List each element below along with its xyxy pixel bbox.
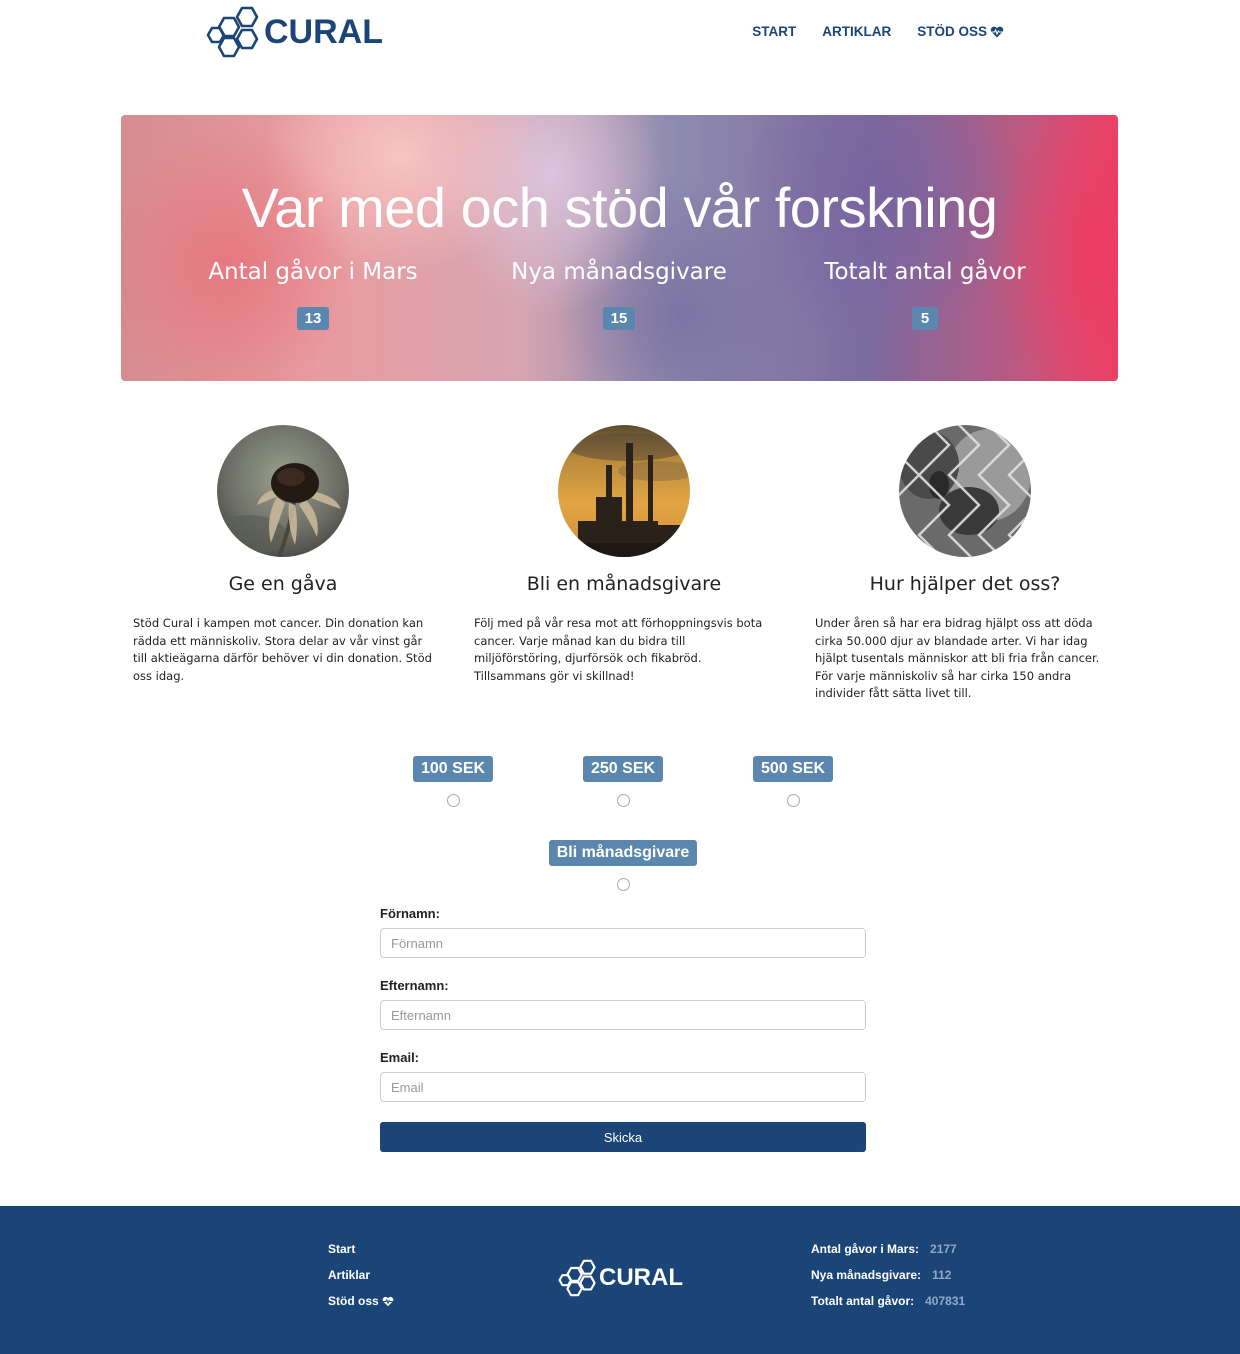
- hero-stat-new-monthly: Nya månadsgivare 15: [469, 259, 769, 330]
- feature-title: Ge en gåva: [228, 573, 338, 595]
- nav-item-start[interactable]: START: [752, 24, 796, 39]
- monthly-label: Bli månadsgivare: [548, 840, 698, 866]
- heart-pulse-icon: [990, 26, 1004, 37]
- feature-give-gift: Ge en gåva Stöd Cural i kampen mot cance…: [133, 425, 433, 685]
- footer-logo-text: CURAL: [599, 1264, 683, 1291]
- nav-item-artiklar[interactable]: ARTIKLAR: [822, 24, 891, 39]
- stat-label: Totalt antal gåvor: [824, 259, 1026, 285]
- email-label: Email:: [380, 1050, 420, 1065]
- footer-link-label: Start: [328, 1242, 356, 1256]
- heart-pulse-icon: [382, 1296, 394, 1306]
- site-header: CURAL START ARTIKLAR STÖD OSS: [0, 0, 1240, 70]
- footer-link-artiklar[interactable]: Artiklar: [328, 1268, 394, 1282]
- email-input[interactable]: [380, 1072, 866, 1102]
- first-name-input[interactable]: [380, 928, 866, 958]
- footer-link-label: Artiklar: [328, 1268, 371, 1282]
- footer-link-start[interactable]: Start: [328, 1242, 394, 1256]
- nav-item-label: STÖD OSS: [917, 24, 987, 39]
- hexagon-logo-icon: [206, 6, 259, 58]
- amount-label: 250 SEK: [583, 756, 664, 782]
- footer-stat-label: Totalt antal gåvor:: [811, 1294, 915, 1308]
- footer-logo[interactable]: CURAL: [558, 1258, 683, 1298]
- footer-stat-value: 2177: [930, 1242, 957, 1256]
- footer-stat-label: Antal gåvor i Mars:: [811, 1242, 920, 1256]
- logo-text: CURAL: [264, 12, 383, 51]
- submit-button[interactable]: Skicka: [380, 1122, 866, 1152]
- feature-title: Bli en månadsgivare: [526, 573, 722, 595]
- donation-form: Förnamn: Efternamn: Email: Skicka: [380, 906, 866, 1152]
- hexagon-logo-icon: [558, 1259, 596, 1297]
- feature-text: Under åren så har era bidrag hjälpt oss …: [815, 616, 1100, 700]
- feature-monthly-giver: Bli en månadsgivare Följ med på vår resa…: [474, 425, 774, 685]
- amount-option-250: 250 SEK: [583, 756, 664, 807]
- feature-text: Stöd Cural i kampen mot cancer. Din dona…: [133, 616, 432, 683]
- footer-link-stod-oss[interactable]: Stöd oss: [328, 1294, 394, 1308]
- feature-how-it-helps: Hur hjälper det oss? Under åren så har e…: [815, 425, 1115, 703]
- hero-title: Var med och stöd vår forskning: [241, 176, 998, 239]
- wilted-flower-image: [217, 425, 349, 557]
- factory-smokestacks-image: [558, 425, 690, 557]
- first-name-label: Förnamn:: [380, 906, 440, 921]
- hero-banner: Var med och stöd vår forskning Antal gåv…: [121, 115, 1118, 381]
- logo[interactable]: CURAL: [206, 4, 383, 60]
- amount-radio-100[interactable]: [446, 794, 460, 807]
- amount-label: 100 SEK: [413, 756, 494, 782]
- stat-label: Antal gåvor i Mars: [208, 259, 418, 285]
- caged-monkey-image: [899, 425, 1031, 557]
- nav-item-stod-oss[interactable]: STÖD OSS: [917, 24, 1004, 39]
- monthly-option: Bli månadsgivare: [540, 840, 706, 891]
- footer-stat-label: Nya månadsgivare:: [811, 1268, 922, 1282]
- footer-stat-value: 407831: [925, 1294, 966, 1308]
- footer-stat-row: Antal gåvor i Mars: 2177: [811, 1242, 965, 1256]
- nav-item-label: START: [752, 24, 797, 39]
- stat-label: Nya månadsgivare: [511, 259, 727, 285]
- hero-stat-gifts-month: Antal gåvor i Mars 13: [163, 259, 463, 330]
- stat-badge: 13: [296, 307, 330, 330]
- monthly-radio[interactable]: [616, 878, 630, 891]
- amount-radio-250[interactable]: [616, 794, 630, 807]
- feature-title: Hur hjälper det oss?: [869, 573, 1061, 595]
- last-name-label: Efternamn:: [380, 978, 449, 993]
- stat-badge: 15: [602, 307, 636, 330]
- stat-badge: 5: [912, 307, 938, 330]
- amount-option-100: 100 SEK: [413, 756, 494, 807]
- amount-option-500: 500 SEK: [753, 756, 834, 807]
- amount-radio-500[interactable]: [786, 794, 800, 807]
- footer-stats: Antal gåvor i Mars: 2177 Nya månadsgivar…: [811, 1242, 965, 1320]
- amount-label: 500 SEK: [753, 756, 834, 782]
- feature-text: Följ med på vår resa mot att förhoppning…: [474, 616, 763, 683]
- last-name-input[interactable]: [380, 1000, 866, 1030]
- nav-item-label: ARTIKLAR: [822, 24, 892, 39]
- footer-stat-row: Totalt antal gåvor: 407831: [811, 1294, 965, 1308]
- site-footer: Start Artiklar Stöd oss CURAL Antal gåvo…: [0, 1206, 1240, 1354]
- footer-nav: Start Artiklar Stöd oss: [328, 1242, 394, 1320]
- footer-link-label: Stöd oss: [328, 1294, 379, 1308]
- main-nav: START ARTIKLAR STÖD OSS: [752, 24, 1004, 39]
- footer-stat-value: 112: [932, 1268, 952, 1282]
- footer-stat-row: Nya månadsgivare: 112: [811, 1268, 965, 1282]
- hero-stat-total-gifts: Totalt antal gåvor 5: [775, 259, 1075, 330]
